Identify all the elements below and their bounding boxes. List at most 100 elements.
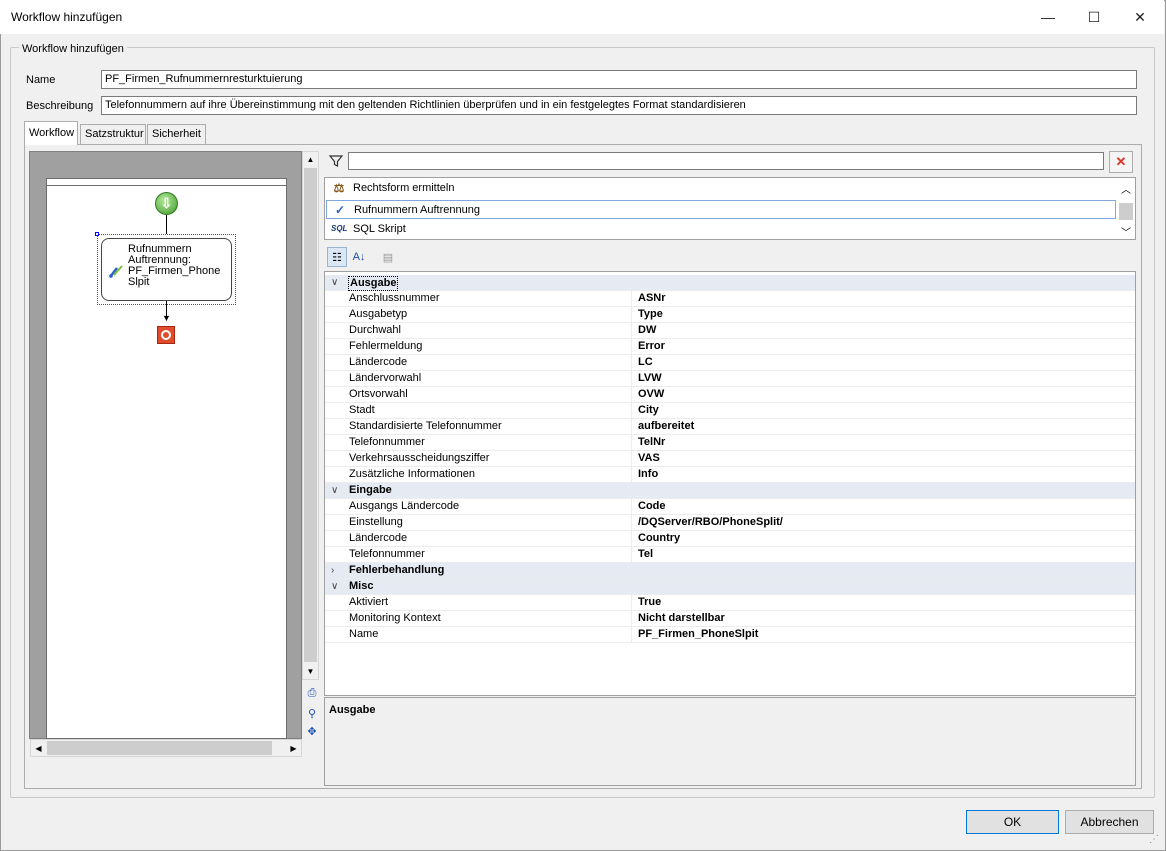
property-value[interactable]: Code: [638, 499, 666, 514]
property-row[interactable]: Anschlussnummer ASNr: [325, 291, 1135, 307]
property-row[interactable]: Ausgangs Ländercode Code: [325, 499, 1135, 515]
property-value[interactable]: ASNr: [638, 291, 666, 306]
start-arrow-icon[interactable]: ⇩: [155, 192, 178, 215]
list-item-sql[interactable]: SQL SQL Skript: [326, 220, 1116, 239]
column-divider[interactable]: [631, 355, 632, 371]
column-divider[interactable]: [631, 547, 632, 563]
list-vscrollbar[interactable]: ︿ ﹀: [1117, 178, 1135, 239]
property-value[interactable]: Error: [638, 339, 665, 354]
column-divider[interactable]: [631, 515, 632, 531]
column-divider[interactable]: [631, 435, 632, 451]
column-divider[interactable]: [631, 323, 632, 339]
property-row[interactable]: Name PF_Firmen_PhoneSlpit: [325, 627, 1135, 643]
property-value[interactable]: DW: [638, 323, 656, 338]
scroll-left-button[interactable]: ◀: [31, 740, 46, 756]
property-category[interactable]: › Fehlerbehandlung: [325, 563, 1135, 579]
property-row[interactable]: Telefonnummer Tel: [325, 547, 1135, 563]
column-divider[interactable]: [631, 611, 632, 627]
property-value[interactable]: PF_Firmen_PhoneSlpit: [638, 627, 758, 642]
pan-icon[interactable]: ✥: [304, 723, 320, 739]
property-value[interactable]: Nicht darstellbar: [638, 611, 725, 626]
sort-alphabetical-icon[interactable]: A↓: [349, 247, 369, 267]
property-value[interactable]: Info: [638, 467, 658, 482]
property-row[interactable]: Verkehrsausscheidungsziffer VAS: [325, 451, 1135, 467]
cancel-button[interactable]: Abbrechen: [1065, 810, 1154, 834]
property-row[interactable]: Durchwahl DW: [325, 323, 1135, 339]
property-row[interactable]: Einstellung/DQServer/RBO/PhoneSplit/: [325, 515, 1135, 531]
scroll-right-button[interactable]: ▶: [286, 740, 301, 756]
property-value[interactable]: LVW: [638, 371, 662, 386]
chevron-down-icon[interactable]: ∨: [331, 579, 338, 594]
maximize-button[interactable]: ☐: [1071, 0, 1117, 34]
column-divider[interactable]: [631, 627, 632, 643]
property-value[interactable]: aufbereitet: [638, 419, 694, 434]
chevron-down-icon[interactable]: ∨: [331, 483, 338, 498]
property-value[interactable]: TelNr: [638, 435, 665, 450]
property-value[interactable]: Country: [638, 531, 680, 546]
property-row[interactable]: Ausgabetyp Type: [325, 307, 1135, 323]
list-item-rufnummern[interactable]: ✓ Rufnummern Auftrennung: [326, 200, 1116, 219]
list-scroll-thumb[interactable]: [1119, 203, 1133, 220]
property-value[interactable]: Type: [638, 307, 663, 322]
column-divider[interactable]: [631, 451, 632, 467]
property-category[interactable]: ∨ Ausgabe: [325, 275, 1135, 291]
column-divider[interactable]: [631, 419, 632, 435]
property-value[interactable]: VAS: [638, 451, 660, 466]
property-value[interactable]: LC: [638, 355, 653, 370]
property-value[interactable]: /DQServer/RBO/PhoneSplit/: [638, 515, 783, 530]
clear-filter-button[interactable]: ✕: [1109, 151, 1133, 173]
minimize-button[interactable]: —: [1025, 0, 1071, 34]
activity-node[interactable]: Rufnummern Auftrennung: PF_Firmen_Phone …: [101, 238, 232, 301]
vscroll-thumb[interactable]: [304, 168, 317, 662]
property-value[interactable]: City: [638, 403, 659, 418]
tab-workflow[interactable]: Workflow: [24, 121, 78, 145]
property-value[interactable]: OVW: [638, 387, 664, 402]
property-row[interactable]: Standardisierte Telefonnummer aufbereitet: [325, 419, 1135, 435]
property-row[interactable]: Ländercode LC: [325, 355, 1135, 371]
chevron-down-icon[interactable]: ﹀: [1121, 224, 1131, 239]
selection-handle[interactable]: [95, 232, 99, 236]
property-row[interactable]: Telefonnummer TelNr: [325, 435, 1135, 451]
scroll-down-button[interactable]: ▼: [303, 664, 318, 678]
find-icon[interactable]: ⚲: [304, 705, 320, 721]
resize-grip-icon[interactable]: ⋰: [1149, 834, 1159, 845]
ok-button[interactable]: OK: [966, 810, 1059, 834]
chevron-up-icon[interactable]: ︿: [1121, 181, 1131, 196]
stop-icon[interactable]: [157, 326, 175, 344]
tab-sicherheit[interactable]: Sicherheit: [147, 124, 206, 144]
chevron-right-icon[interactable]: ›: [331, 563, 334, 578]
property-row[interactable]: Aktiviert True: [325, 595, 1135, 611]
property-category[interactable]: ∨ Misc: [325, 579, 1135, 595]
property-row[interactable]: Monitoring Kontext Nicht darstellbar: [325, 611, 1135, 627]
print-icon[interactable]: ⎙: [304, 685, 320, 701]
column-divider[interactable]: [631, 387, 632, 403]
property-row[interactable]: Ländercode Country: [325, 531, 1135, 547]
column-divider[interactable]: [631, 595, 632, 611]
property-row[interactable]: Fehlermeldung Error: [325, 339, 1135, 355]
tab-satzstruktur[interactable]: Satzstruktur: [80, 124, 146, 144]
close-button[interactable]: ✕: [1117, 0, 1163, 34]
column-divider[interactable]: [631, 467, 632, 483]
description-field[interactable]: Telefonnummern auf ihre Übereinstimmung …: [101, 96, 1137, 115]
property-row[interactable]: Zusätzliche Informationen Info: [325, 467, 1135, 483]
column-divider[interactable]: [631, 307, 632, 323]
column-divider[interactable]: [631, 403, 632, 419]
chevron-down-icon[interactable]: ∨: [331, 275, 338, 290]
property-row[interactable]: Ländervorwahl LVW: [325, 371, 1135, 387]
property-value[interactable]: Tel: [638, 547, 653, 562]
list-item-rechtsform[interactable]: ⚖ Rechtsform ermitteln: [326, 179, 1116, 198]
column-divider[interactable]: [631, 339, 632, 355]
hscroll-thumb[interactable]: [47, 741, 272, 755]
property-value[interactable]: True: [638, 595, 661, 610]
property-category[interactable]: ∨ Eingabe: [325, 483, 1135, 499]
column-divider[interactable]: [631, 499, 632, 515]
property-row[interactable]: Stadt City: [325, 403, 1135, 419]
column-divider[interactable]: [631, 371, 632, 387]
property-row[interactable]: Ortsvorwahl OVW: [325, 387, 1135, 403]
property-pages-icon[interactable]: ▤: [378, 247, 398, 267]
column-divider[interactable]: [631, 291, 632, 307]
categorized-view-icon[interactable]: ☷: [327, 247, 347, 267]
column-divider[interactable]: [631, 531, 632, 547]
name-field[interactable]: PF_Firmen_Rufnummernresturktuierung: [101, 70, 1137, 89]
filter-input[interactable]: [348, 152, 1104, 170]
